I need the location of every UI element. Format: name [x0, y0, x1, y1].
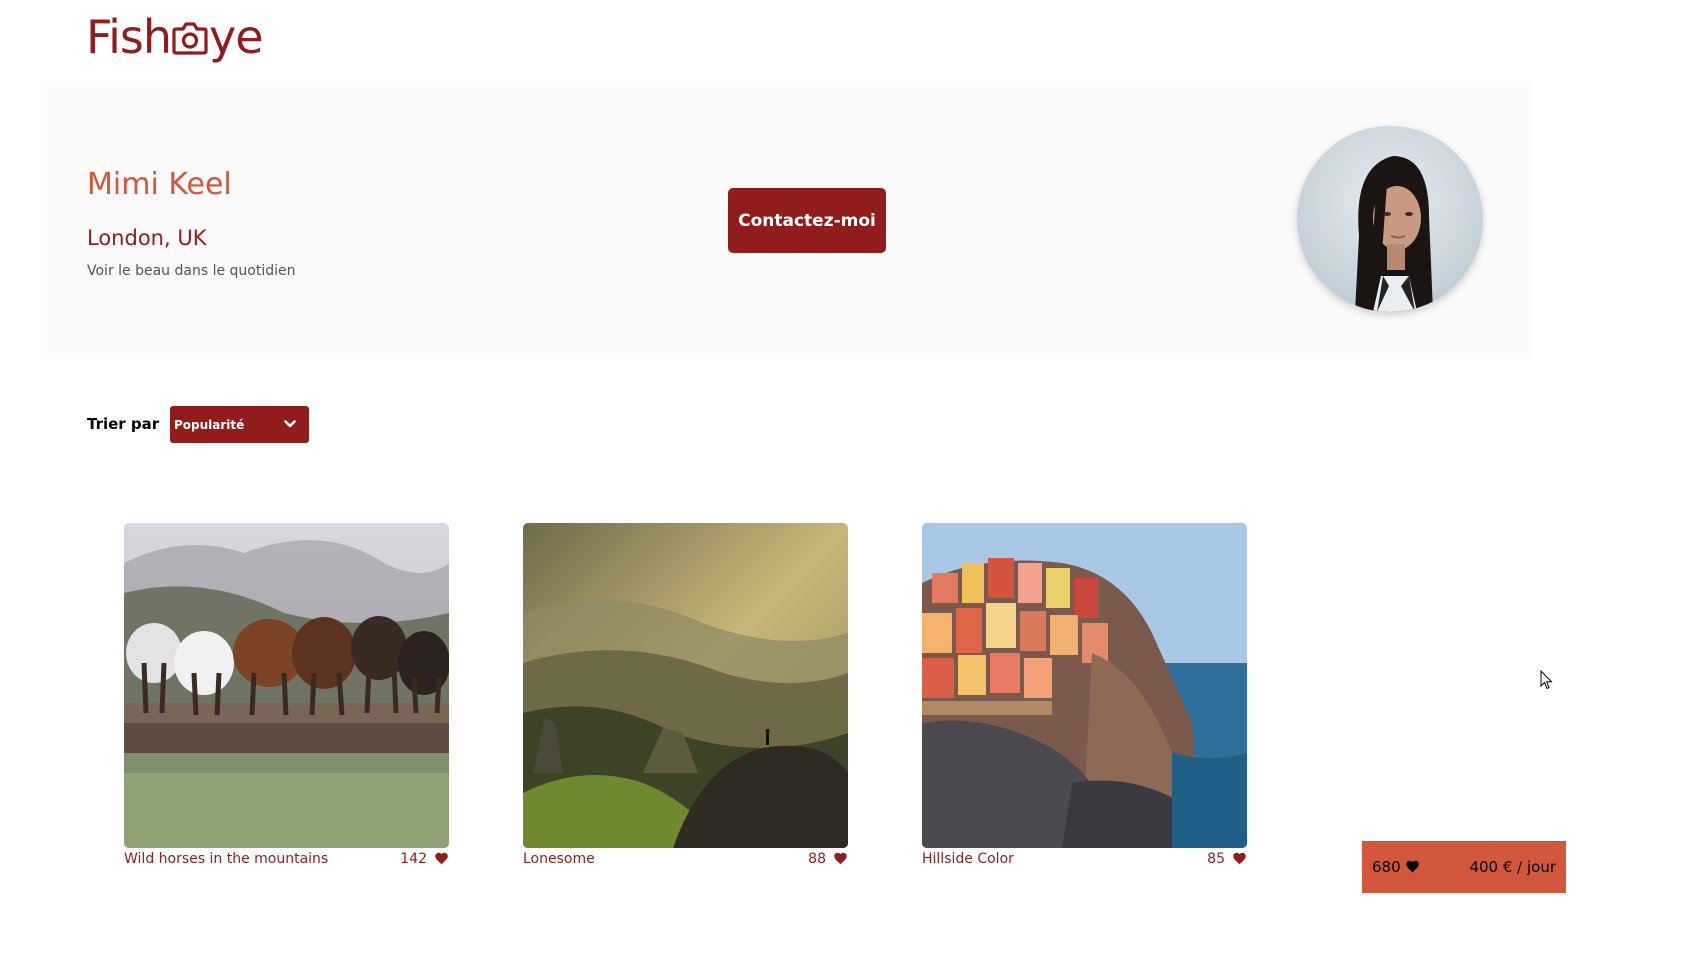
- media-card: Wild horses in the mountains 142: [124, 523, 449, 872]
- media-title: Hillside Color: [922, 851, 1014, 867]
- media-thumbnail-horses[interactable]: [124, 523, 449, 848]
- sort-dropdown[interactable]: Popularité: [170, 406, 309, 443]
- media-thumbnail-lonesome[interactable]: [523, 523, 848, 848]
- heart-icon: [1406, 860, 1419, 874]
- media-title: Lonesome: [523, 851, 595, 867]
- media-title: Wild horses in the mountains: [124, 851, 329, 867]
- fisheye-logo[interactable]: Fish ye: [86, 8, 264, 66]
- photographer-name: Mimi Keel: [87, 167, 232, 202]
- heart-icon[interactable]: [833, 852, 848, 866]
- likes-price-summary: 680 400 € / jour: [1362, 841, 1566, 893]
- media-likes: 142: [400, 851, 427, 867]
- mouse-cursor-icon: [1540, 670, 1553, 690]
- logo-text-end: ye: [209, 10, 264, 64]
- heart-icon[interactable]: [1232, 852, 1247, 866]
- camera-icon: [171, 8, 209, 66]
- media-thumbnail-hillside[interactable]: [922, 523, 1247, 848]
- media-likes: 88: [808, 851, 826, 867]
- media-likes: 85: [1207, 851, 1225, 867]
- logo-text-start: Fish: [86, 10, 172, 64]
- total-likes: 680: [1372, 858, 1401, 876]
- photographer-tagline: Voir le beau dans le quotidien: [87, 263, 296, 279]
- sort-selected-value: Popularité: [174, 417, 245, 432]
- photographer-header: Mimi Keel London, UK Voir le beau dans l…: [41, 81, 1529, 359]
- media-card: Hillside Color 85: [922, 523, 1247, 872]
- photographer-avatar: [1297, 126, 1483, 312]
- photographer-location: London, UK: [87, 226, 207, 250]
- media-card: Lonesome 88: [523, 523, 848, 872]
- heart-icon[interactable]: [434, 852, 449, 866]
- contact-button[interactable]: Contactez-moi: [728, 188, 886, 253]
- daily-price: 400 € / jour: [1469, 858, 1556, 876]
- chevron-down-icon: [284, 420, 296, 428]
- sort-label: Trier par: [87, 415, 160, 433]
